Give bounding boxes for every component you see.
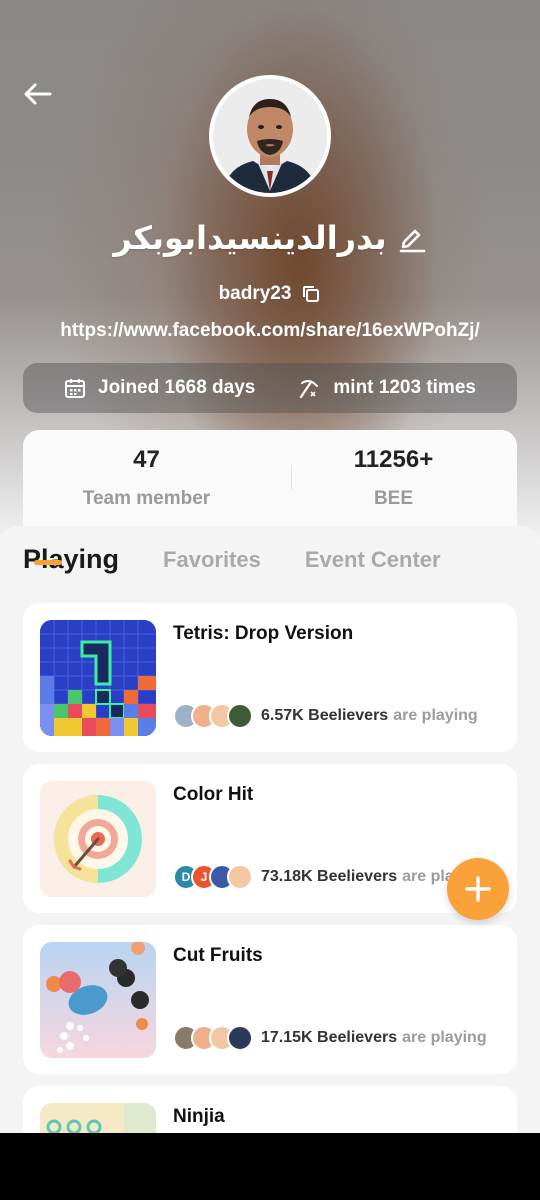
players-row: 17.15K Beelievers are playing (173, 1025, 487, 1051)
game-card-color-hit[interactable]: Color Hit D J 73.18K Beelievers are play… (23, 764, 517, 913)
game-card-tetris[interactable]: Tetris: Drop Version 6.57K Beelievers ar… (23, 603, 517, 752)
team-member-count: 47 (133, 446, 160, 473)
game-title: Tetris: Drop Version (173, 623, 354, 644)
avatar (227, 1025, 253, 1051)
joined-stat: Joined 1668 days (64, 377, 255, 399)
game-thumbnail (40, 781, 156, 897)
game-thumbnail (40, 620, 156, 736)
username-row: badry23 (0, 280, 540, 308)
player-avatars (173, 703, 253, 729)
bee-count: 11256+ (353, 446, 434, 473)
username: badry23 (218, 283, 292, 304)
tab-event-center[interactable]: Event Center (305, 547, 441, 575)
players-row: 6.57K Beelievers are playing (173, 703, 478, 729)
players-suffix: are playing (393, 707, 478, 724)
bee-stat[interactable]: 11256+ BEE (270, 430, 517, 540)
joined-text: Joined 1668 days (98, 377, 256, 398)
game-thumbnail (40, 942, 156, 1058)
stats-bar: Joined 1668 days mint 1203 times (23, 363, 517, 413)
pickaxe-icon (300, 380, 319, 399)
avatar[interactable] (209, 75, 331, 197)
summary-card: 47 Team member 11256+ BEE (23, 430, 517, 540)
bee-label: BEE (373, 488, 414, 509)
plus-icon (465, 876, 491, 902)
avatar-photo (213, 79, 327, 193)
game-card-cut-fruits[interactable]: Cut Fruits 17.15K Beelievers are playing (23, 925, 517, 1074)
calendar-icon (65, 379, 85, 398)
add-button[interactable] (447, 858, 509, 920)
players-count: 73.18K Beelievers (261, 868, 398, 885)
edit-icon[interactable] (397, 223, 427, 253)
name-row: بدرالدينسيدابوبكر (0, 216, 540, 260)
avatar (227, 703, 253, 729)
profile-name: بدرالدينسيدابوبكر (113, 220, 387, 256)
back-arrow-icon (24, 83, 52, 105)
team-member-label: Team member (82, 488, 211, 509)
players-suffix: are playing (402, 1029, 487, 1046)
mint-stat: mint 1203 times (297, 376, 476, 400)
players-count: 17.15K Beelievers (261, 1029, 398, 1046)
player-avatars (173, 1025, 253, 1051)
back-button[interactable] (18, 74, 58, 114)
mint-text: mint 1203 times (333, 377, 476, 398)
game-title: Ninjia (173, 1106, 225, 1127)
profile-url[interactable]: https://www.facebook.com/share/16exWPohZ… (0, 320, 540, 342)
summary-divider (291, 465, 292, 490)
avatar (227, 864, 253, 890)
game-title: Color Hit (173, 784, 254, 805)
players-count: 6.57K Beelievers (261, 707, 389, 724)
team-member-stat[interactable]: 47 Team member (23, 430, 270, 540)
system-nav-bar (0, 1133, 540, 1200)
game-title: Cut Fruits (173, 945, 263, 966)
profile-header: بدرالدينسيدابوبكر badry23 https://www.fa… (0, 0, 540, 540)
players-row: D J 73.18K Beelievers are playing (173, 864, 487, 890)
tab-favorites[interactable]: Favorites (163, 547, 261, 575)
player-avatars: D J (173, 864, 253, 890)
copy-icon[interactable] (301, 284, 321, 304)
tab-bar: Playing Favorites Event Center (23, 544, 441, 575)
tab-indicator (34, 560, 62, 565)
